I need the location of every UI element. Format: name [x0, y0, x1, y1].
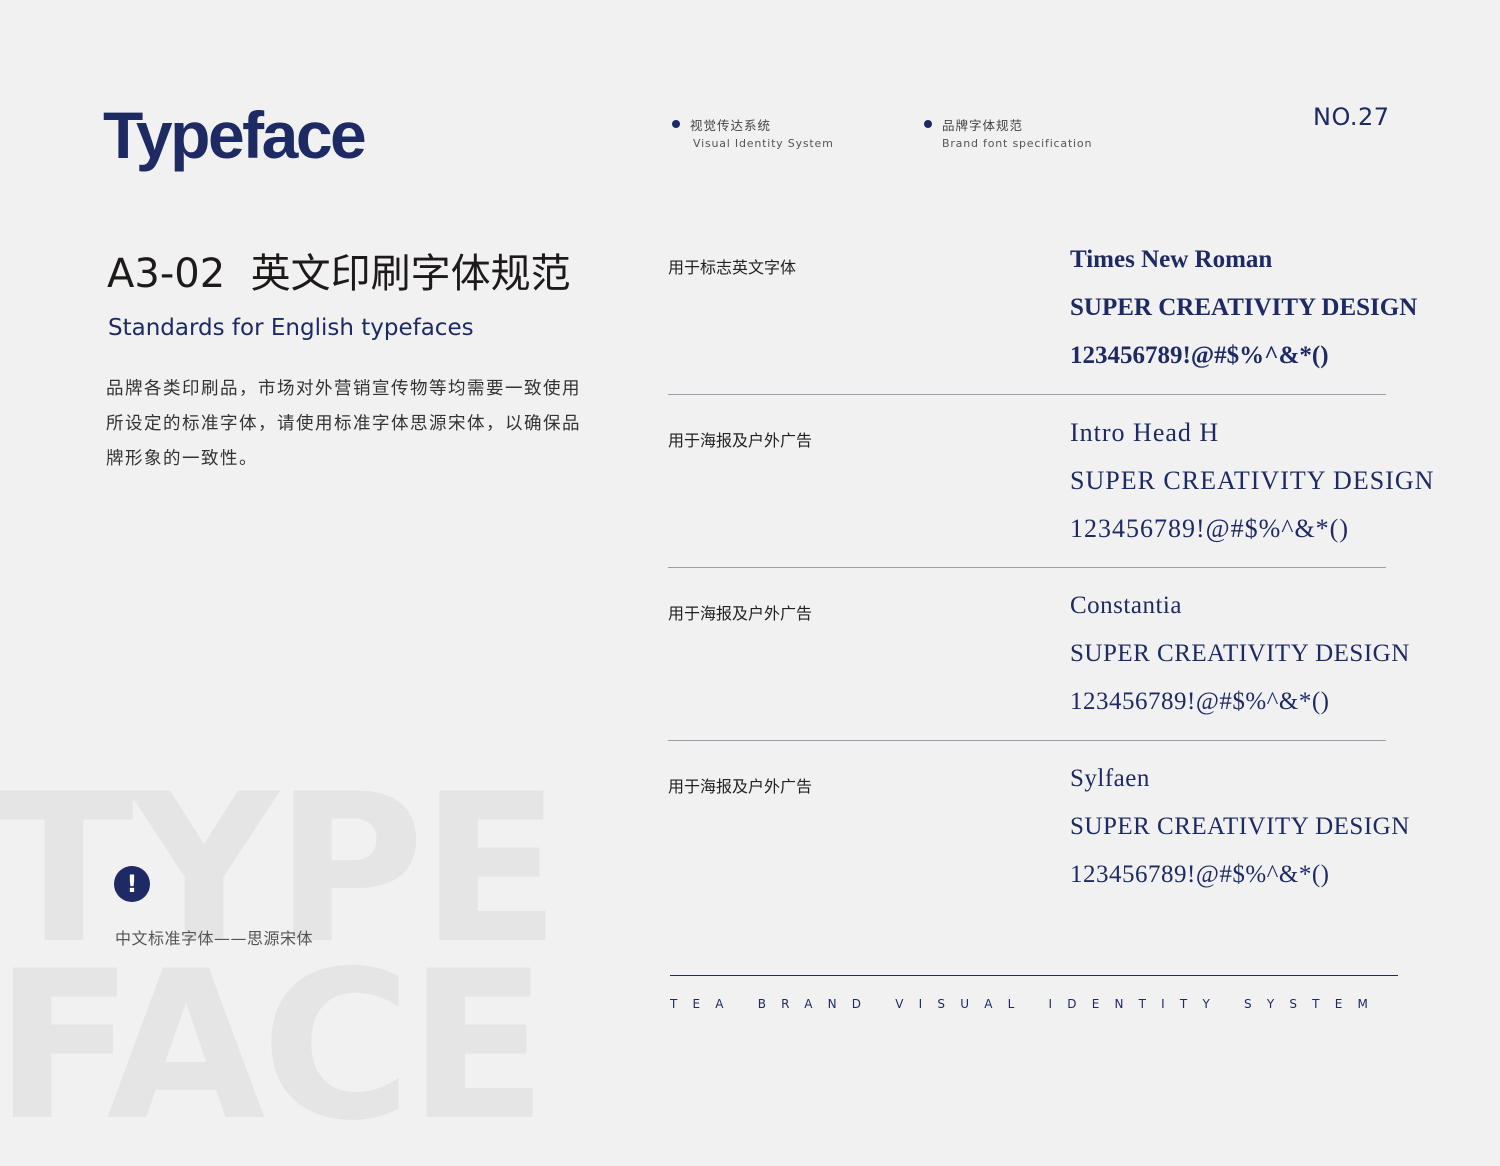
- page-number: NO.27: [1313, 103, 1390, 131]
- bullet-dot-icon: [672, 120, 680, 128]
- font-sample-numbers: 123456789!@#$%^&*(): [1070, 861, 1330, 888]
- watermark-face: FACE: [0, 928, 548, 1166]
- nav-item-cn: 视觉传达系统: [690, 118, 772, 133]
- row-divider: [668, 567, 1386, 568]
- row-divider: [668, 740, 1386, 741]
- font-name: Times New Roman: [1070, 246, 1273, 273]
- font-sample-caps: SUPER CREATIVITY DESIGN: [1070, 640, 1410, 667]
- font-sample-caps: SUPER CREATIVITY DESIGN: [1070, 294, 1418, 321]
- font-sample-numbers: 123456789!@#$%^&*(): [1070, 514, 1349, 543]
- font-usage-label: 用于海报及户外广告: [668, 431, 813, 450]
- footer-tagline: TEA BRAND VISUAL IDENTITY SYSTEM: [670, 997, 1384, 1011]
- nav-item-en: Visual Identity System: [693, 137, 834, 150]
- font-name: Sylfaen: [1070, 765, 1150, 792]
- row-divider: [668, 394, 1386, 395]
- font-usage-label: 用于海报及户外广告: [668, 604, 813, 623]
- section-description: 品牌各类印刷品，市场对外营销宣传物等均需要一致使用 所设定的标准字体，请使用标准…: [106, 372, 596, 477]
- description-line: 所设定的标准字体，请使用标准字体思源宋体，以确保品: [106, 414, 581, 434]
- description-line: 牌形象的一致性。: [106, 449, 258, 469]
- font-name: Constantia: [1070, 592, 1182, 619]
- font-usage-label: 用于海报及户外广告: [668, 777, 813, 796]
- nav-item-cn: 品牌字体规范: [942, 118, 1024, 133]
- font-sample-numbers: 123456789!@#$%^&*(): [1070, 688, 1330, 715]
- font-sample-caps: SUPER CREATIVITY DESIGN: [1070, 813, 1410, 840]
- footer-rule: [670, 975, 1398, 976]
- font-name: Intro Head H: [1070, 418, 1220, 447]
- font-sample-caps: SUPER CREATIVITY DESIGN: [1070, 466, 1435, 495]
- chinese-standard-font-note: 中文标准字体——思源宋体: [115, 929, 314, 948]
- font-usage-label: 用于标志英文字体: [668, 258, 797, 277]
- logo-wordmark: Typeface: [103, 98, 367, 172]
- nav-item-en: Brand font specification: [942, 137, 1093, 150]
- font-sample-numbers: 123456789!@#$%^&*(): [1070, 342, 1329, 369]
- description-line: 品牌各类印刷品，市场对外营销宣传物等均需要一致使用: [106, 379, 581, 399]
- exclamation-icon: !: [114, 866, 150, 902]
- section-subtitle: Standards for English typefaces: [108, 315, 474, 341]
- section-title: A3-02 英文印刷字体规范: [107, 251, 571, 297]
- bullet-dot-icon: [924, 120, 932, 128]
